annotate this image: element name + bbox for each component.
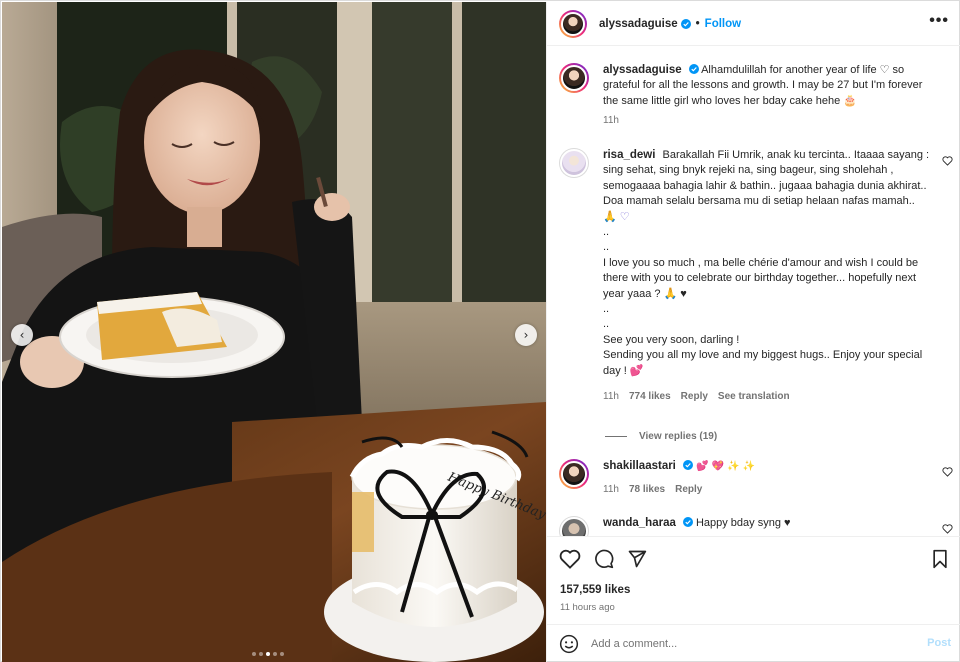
post-comment-button[interactable]: Post bbox=[927, 637, 951, 649]
like-heart-icon[interactable] bbox=[559, 549, 581, 569]
emoji-smiley-icon[interactable] bbox=[559, 634, 579, 654]
commenter-avatar[interactable] bbox=[559, 148, 589, 178]
carousel-dot bbox=[252, 652, 256, 656]
carousel-dot bbox=[280, 652, 284, 656]
post-like-count[interactable]: 157,559 likes bbox=[560, 584, 630, 596]
comments-list[interactable]: alyssadaguise Alhamdulillah for another … bbox=[547, 47, 960, 536]
commenter-avatar[interactable] bbox=[559, 459, 589, 489]
verified-badge-icon bbox=[680, 18, 691, 29]
comment-item: shakillaastari 💕 💖 ✨ ✨ 11h 78 likes Repl… bbox=[559, 459, 955, 498]
like-comment-heart-icon[interactable] bbox=[942, 524, 953, 534]
comment-text: Happy bday syng ♥ bbox=[695, 517, 791, 529]
comment-time: 11h bbox=[603, 391, 619, 403]
carousel-next-button[interactable]: › bbox=[515, 324, 537, 346]
comment-item: risa_dewi Barakallah Fii Umrik, anak ku … bbox=[559, 148, 955, 405]
carousel-dot bbox=[266, 652, 270, 656]
caption-time: 11h bbox=[603, 115, 619, 127]
comment-username[interactable]: risa_dewi bbox=[603, 149, 655, 161]
comment-text-line: 🙏 ♡ bbox=[603, 210, 630, 223]
like-comment-heart-icon[interactable] bbox=[942, 156, 953, 166]
verified-badge-icon bbox=[688, 64, 699, 74]
birthday-photo: Happy Birthday Alyssa bbox=[2, 2, 546, 662]
comment-text-line: .. bbox=[603, 226, 610, 239]
add-comment-input[interactable] bbox=[591, 637, 911, 650]
verified-badge-icon bbox=[682, 460, 693, 470]
like-comment-heart-icon[interactable] bbox=[942, 467, 953, 477]
comment-text-line: See you very soon, darling ! bbox=[603, 333, 740, 346]
carousel-indicator bbox=[252, 652, 284, 656]
post-side-panel: alyssadaguise • Follow ••• alyssadaguise… bbox=[546, 2, 960, 662]
comment-text: 💕 💖 ✨ ✨ bbox=[695, 461, 756, 472]
comment-text-line: Sending you all my love and my biggest h… bbox=[603, 349, 923, 377]
share-send-icon[interactable] bbox=[627, 549, 647, 569]
verified-badge-icon bbox=[682, 517, 693, 527]
author-avatar[interactable] bbox=[559, 9, 587, 38]
carousel-dot bbox=[259, 652, 263, 656]
comment-text-line: I love you so much , ma belle chérie d'a… bbox=[603, 256, 919, 300]
post-timestamp[interactable]: 11 hours ago bbox=[560, 602, 615, 613]
comment-username[interactable]: wanda_haraa bbox=[603, 517, 676, 529]
comment-username[interactable]: shakillaastari bbox=[603, 460, 676, 472]
comment-item: wanda_haraa Happy bday syng ♥ bbox=[559, 516, 955, 536]
author-username[interactable]: alyssadaguise bbox=[599, 18, 678, 30]
carousel-dot bbox=[273, 652, 277, 656]
post-photo: Happy Birthday Alyssa ‹ › bbox=[2, 2, 546, 662]
comment-likes[interactable]: 78 likes bbox=[629, 482, 665, 497]
more-options-icon[interactable]: ••• bbox=[929, 13, 949, 29]
view-replies-label: View replies (19) bbox=[639, 431, 718, 442]
reply-button[interactable]: Reply bbox=[681, 389, 708, 404]
caption-username[interactable]: alyssadaguise bbox=[603, 64, 682, 76]
comment-text-line: Doa mamah selalu bersama mu di setiap he… bbox=[603, 195, 915, 208]
post-actions: 157,559 likes 11 hours ago bbox=[547, 536, 960, 624]
commenter-avatar[interactable] bbox=[559, 516, 589, 536]
caption: alyssadaguise Alhamdulillah for another … bbox=[559, 63, 955, 129]
comment-text-line: .. bbox=[603, 303, 610, 316]
comment-text-line: .. bbox=[603, 318, 610, 331]
comment-text-line: .. bbox=[603, 241, 610, 254]
save-bookmark-icon[interactable] bbox=[931, 549, 949, 569]
caption-avatar[interactable] bbox=[559, 63, 589, 93]
reply-button[interactable]: Reply bbox=[675, 482, 702, 497]
follow-button[interactable]: Follow bbox=[705, 18, 741, 30]
comment-bubble-icon[interactable] bbox=[594, 549, 614, 569]
chevron-right-icon: › bbox=[523, 328, 529, 342]
post-header: alyssadaguise • Follow ••• bbox=[547, 2, 960, 46]
see-translation-button[interactable]: See translation bbox=[718, 389, 790, 404]
comment-time: 11h bbox=[603, 484, 619, 496]
comment-composer: Post bbox=[547, 624, 960, 662]
post-dialog: Happy Birthday Alyssa ‹ › alyssadaguise … bbox=[0, 0, 960, 662]
chevron-left-icon: ‹ bbox=[19, 328, 25, 342]
comment-likes[interactable]: 774 likes bbox=[629, 389, 671, 404]
carousel-prev-button[interactable]: ‹ bbox=[11, 324, 33, 346]
view-replies-button[interactable]: View replies (19) bbox=[605, 431, 717, 442]
separator-dot: • bbox=[695, 17, 700, 30]
